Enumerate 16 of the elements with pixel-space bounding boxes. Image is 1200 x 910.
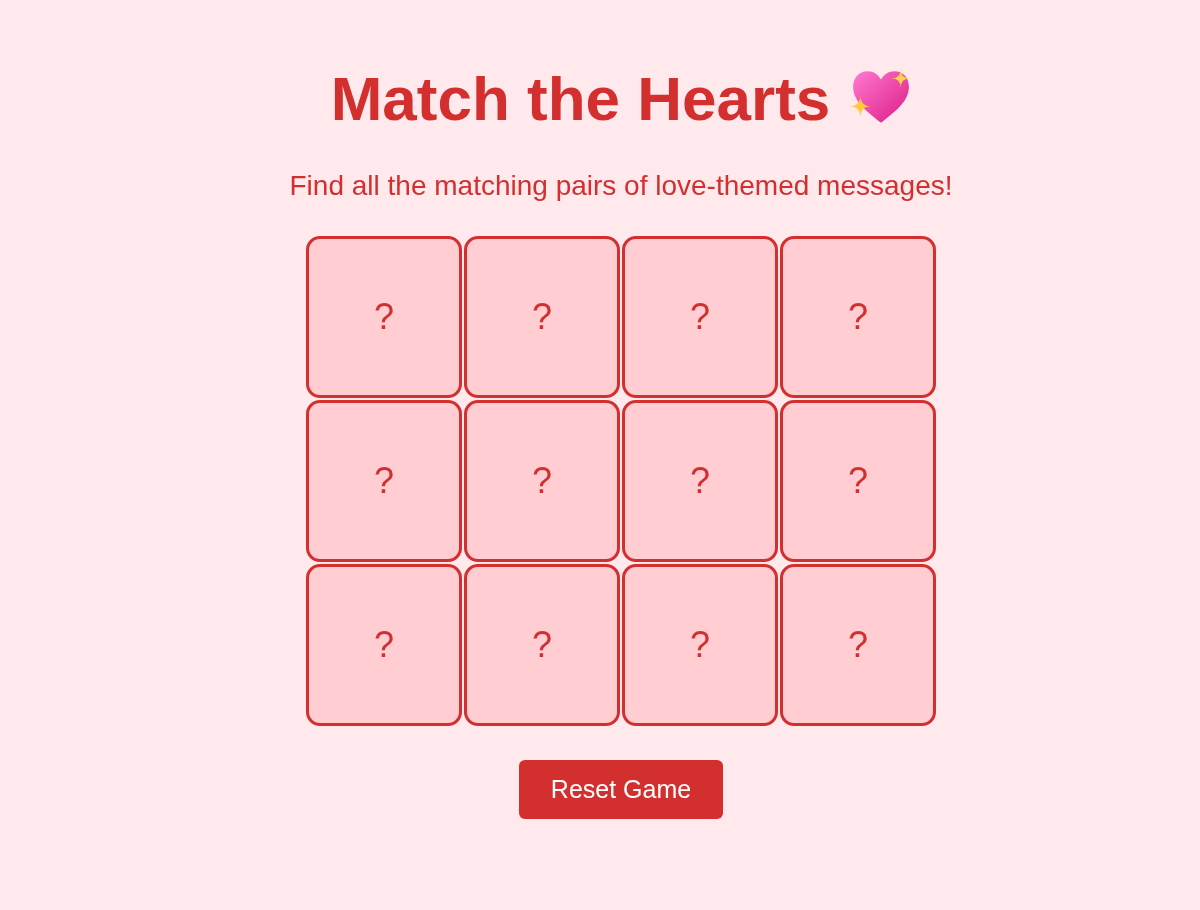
reset-button[interactable]: Reset Game (518, 760, 724, 819)
memory-card[interactable]: ? (622, 236, 778, 398)
memory-card[interactable]: ? (622, 564, 778, 726)
memory-card[interactable]: ? (306, 236, 462, 398)
memory-card[interactable]: ? (464, 400, 620, 562)
subtitle: Find all the matching pairs of love-themed messages! (289, 170, 953, 202)
memory-card[interactable]: ? (306, 564, 462, 726)
memory-card[interactable]: ? (306, 400, 462, 562)
memory-card[interactable]: ? (780, 236, 936, 398)
memory-card[interactable]: ? (622, 400, 778, 562)
memory-card[interactable]: ? (780, 564, 936, 726)
sparkling-heart-icon (849, 67, 912, 124)
memory-card[interactable]: ? (464, 564, 620, 726)
memory-card[interactable]: ? (780, 400, 936, 562)
memory-card[interactable]: ? (464, 236, 620, 398)
page-title: Match the Hearts (330, 63, 831, 134)
